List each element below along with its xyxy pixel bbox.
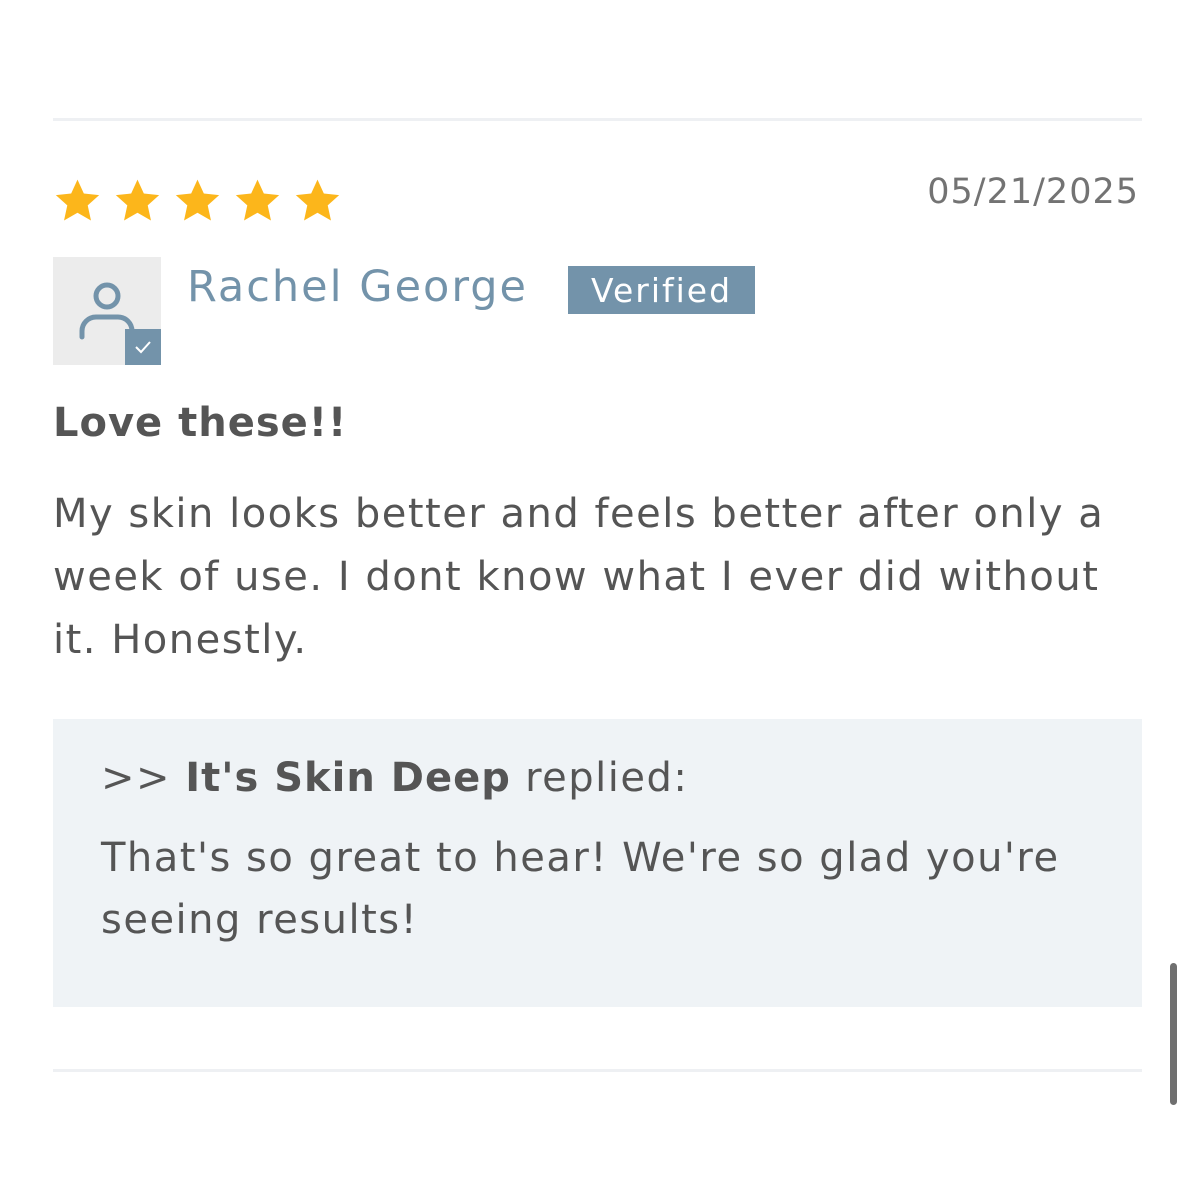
bottom-divider <box>53 1069 1142 1072</box>
star-rating <box>53 178 342 225</box>
check-icon <box>125 329 161 365</box>
scrollbar[interactable] <box>1170 963 1177 1105</box>
star-icon <box>293 178 342 225</box>
star-icon <box>233 178 282 225</box>
star-icon <box>113 178 162 225</box>
reply-body: That's so great to hear! We're so glad y… <box>101 835 1060 943</box>
top-divider <box>53 118 1142 121</box>
store-name: It's Skin Deep <box>185 755 511 801</box>
review-body: My skin looks better and feels better af… <box>53 491 1105 663</box>
review-title: Love these!! <box>53 400 348 446</box>
review-date: 05/21/2025 <box>927 172 1139 212</box>
reply-prefix: >> <box>101 755 172 801</box>
store-reply: >> It's Skin Deep replied: That's so gre… <box>53 719 1142 1007</box>
verified-badge: Verified <box>568 266 755 314</box>
reply-suffix: replied: <box>525 755 689 801</box>
star-icon <box>173 178 222 225</box>
reviewer-name: Rachel George <box>187 262 529 312</box>
reply-header: >> It's Skin Deep replied: <box>101 755 688 801</box>
star-icon <box>53 178 102 225</box>
avatar <box>53 257 161 365</box>
